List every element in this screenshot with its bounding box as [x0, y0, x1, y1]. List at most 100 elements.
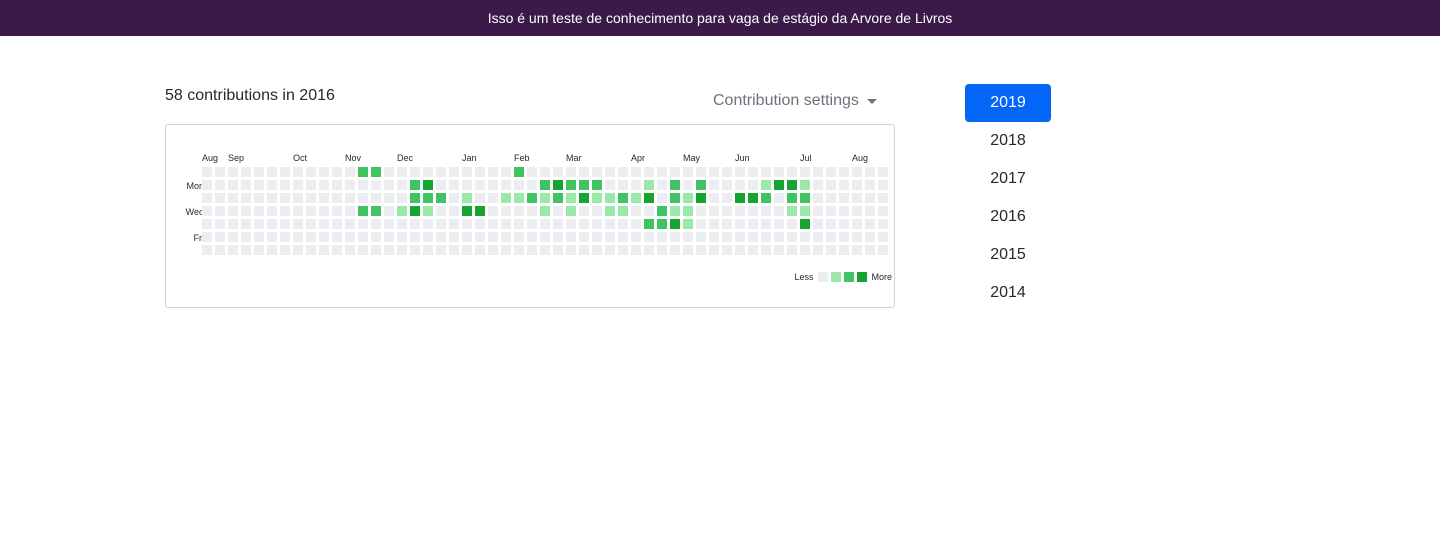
contribution-day-cell[interactable]	[332, 193, 342, 203]
contribution-day-cell[interactable]	[657, 232, 667, 242]
contribution-day-cell[interactable]	[579, 167, 589, 177]
contribution-day-cell[interactable]	[358, 193, 368, 203]
contribution-day-cell[interactable]	[514, 180, 524, 190]
contribution-day-cell[interactable]	[865, 232, 875, 242]
contribution-day-cell[interactable]	[254, 206, 264, 216]
contribution-day-cell[interactable]	[878, 206, 888, 216]
contribution-day-cell[interactable]	[488, 219, 498, 229]
contribution-day-cell[interactable]	[371, 232, 381, 242]
contribution-day-cell[interactable]	[709, 206, 719, 216]
contribution-day-cell[interactable]	[761, 206, 771, 216]
contribution-day-cell[interactable]	[475, 167, 485, 177]
contribution-day-cell[interactable]	[345, 206, 355, 216]
contribution-day-cell[interactable]	[865, 193, 875, 203]
contribution-day-cell[interactable]	[800, 193, 810, 203]
contribution-day-cell[interactable]	[202, 180, 212, 190]
contribution-day-cell[interactable]	[709, 245, 719, 255]
contribution-day-cell[interactable]	[241, 245, 251, 255]
contribution-day-cell[interactable]	[683, 193, 693, 203]
contribution-day-cell[interactable]	[722, 167, 732, 177]
contribution-day-cell[interactable]	[618, 219, 628, 229]
contribution-day-cell[interactable]	[605, 167, 615, 177]
contribution-day-cell[interactable]	[592, 180, 602, 190]
contribution-day-cell[interactable]	[397, 193, 407, 203]
contribution-day-cell[interactable]	[774, 232, 784, 242]
contribution-day-cell[interactable]	[514, 206, 524, 216]
contribution-day-cell[interactable]	[202, 219, 212, 229]
contribution-day-cell[interactable]	[800, 206, 810, 216]
contribution-day-cell[interactable]	[319, 206, 329, 216]
contribution-day-cell[interactable]	[878, 180, 888, 190]
contribution-day-cell[interactable]	[566, 167, 576, 177]
contribution-day-cell[interactable]	[293, 193, 303, 203]
contribution-day-cell[interactable]	[774, 206, 784, 216]
contribution-day-cell[interactable]	[410, 245, 420, 255]
contribution-day-cell[interactable]	[228, 232, 238, 242]
contribution-day-cell[interactable]	[631, 180, 641, 190]
contribution-day-cell[interactable]	[852, 232, 862, 242]
contribution-day-cell[interactable]	[878, 219, 888, 229]
contribution-day-cell[interactable]	[553, 180, 563, 190]
contribution-day-cell[interactable]	[683, 180, 693, 190]
contribution-day-cell[interactable]	[514, 232, 524, 242]
contribution-day-cell[interactable]	[358, 232, 368, 242]
contribution-day-cell[interactable]	[540, 206, 550, 216]
contribution-day-cell[interactable]	[696, 206, 706, 216]
contribution-day-cell[interactable]	[319, 232, 329, 242]
contribution-day-cell[interactable]	[332, 206, 342, 216]
contribution-day-cell[interactable]	[280, 193, 290, 203]
contribution-day-cell[interactable]	[566, 245, 576, 255]
contribution-day-cell[interactable]	[319, 167, 329, 177]
contribution-day-cell[interactable]	[865, 245, 875, 255]
contribution-day-cell[interactable]	[618, 167, 628, 177]
contribution-day-cell[interactable]	[280, 167, 290, 177]
contribution-day-cell[interactable]	[475, 232, 485, 242]
contribution-day-cell[interactable]	[280, 206, 290, 216]
contribution-day-cell[interactable]	[657, 180, 667, 190]
contribution-day-cell[interactable]	[254, 180, 264, 190]
contribution-day-cell[interactable]	[488, 232, 498, 242]
contribution-day-cell[interactable]	[813, 167, 823, 177]
contribution-day-cell[interactable]	[267, 206, 277, 216]
contribution-day-cell[interactable]	[267, 167, 277, 177]
contribution-day-cell[interactable]	[228, 167, 238, 177]
contribution-day-cell[interactable]	[202, 206, 212, 216]
year-link-2016[interactable]: 2016	[965, 198, 1051, 236]
contribution-day-cell[interactable]	[865, 180, 875, 190]
contribution-day-cell[interactable]	[215, 180, 225, 190]
contribution-day-cell[interactable]	[397, 167, 407, 177]
contribution-day-cell[interactable]	[722, 232, 732, 242]
year-link-2017[interactable]: 2017	[965, 160, 1051, 198]
contribution-day-cell[interactable]	[852, 245, 862, 255]
contribution-day-cell[interactable]	[501, 219, 511, 229]
contribution-day-cell[interactable]	[579, 245, 589, 255]
contribution-day-cell[interactable]	[839, 219, 849, 229]
contribution-day-cell[interactable]	[722, 180, 732, 190]
contribution-day-cell[interactable]	[436, 193, 446, 203]
contribution-day-cell[interactable]	[787, 219, 797, 229]
contribution-day-cell[interactable]	[813, 219, 823, 229]
contribution-day-cell[interactable]	[709, 232, 719, 242]
contribution-day-cell[interactable]	[475, 245, 485, 255]
contribution-day-cell[interactable]	[696, 232, 706, 242]
contribution-day-cell[interactable]	[722, 193, 732, 203]
contribution-day-cell[interactable]	[384, 193, 394, 203]
contribution-day-cell[interactable]	[345, 219, 355, 229]
contribution-day-cell[interactable]	[345, 245, 355, 255]
contribution-day-cell[interactable]	[670, 219, 680, 229]
contribution-day-cell[interactable]	[423, 180, 433, 190]
contribution-day-cell[interactable]	[436, 245, 446, 255]
contribution-day-cell[interactable]	[696, 219, 706, 229]
contribution-day-cell[interactable]	[540, 245, 550, 255]
contribution-day-cell[interactable]	[605, 232, 615, 242]
contribution-day-cell[interactable]	[293, 180, 303, 190]
contribution-day-cell[interactable]	[709, 219, 719, 229]
contribution-day-cell[interactable]	[449, 193, 459, 203]
contribution-day-cell[interactable]	[241, 219, 251, 229]
contribution-day-cell[interactable]	[358, 245, 368, 255]
contribution-day-cell[interactable]	[488, 245, 498, 255]
contribution-day-cell[interactable]	[605, 219, 615, 229]
contribution-day-cell[interactable]	[813, 232, 823, 242]
contribution-day-cell[interactable]	[657, 193, 667, 203]
contribution-day-cell[interactable]	[618, 245, 628, 255]
